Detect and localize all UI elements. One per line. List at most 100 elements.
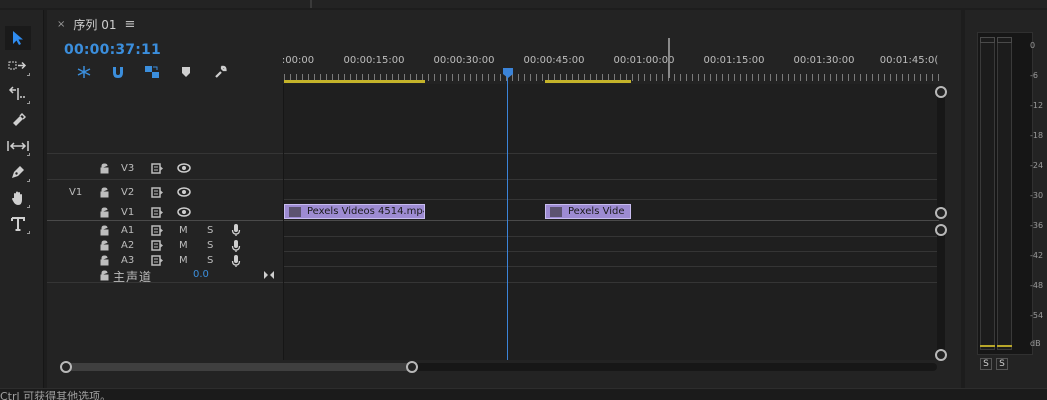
db-label: -12	[1030, 101, 1044, 110]
track-select-forward-tool[interactable]	[5, 54, 31, 78]
sync-lock-icon[interactable]	[151, 222, 164, 238]
track-separator	[284, 199, 939, 200]
panel-menu-icon[interactable]: ≡	[124, 17, 135, 32]
solo-button[interactable]: S	[207, 222, 213, 238]
lock-icon[interactable]	[99, 182, 109, 202]
track-header-v1: V1	[47, 202, 283, 222]
solo-left-button[interactable]: S	[980, 358, 992, 370]
type-tool[interactable]	[5, 212, 31, 236]
ruler-label: 00:00:30:00	[433, 55, 495, 66]
slip-tool[interactable]	[5, 134, 31, 158]
meter-channel-right	[997, 37, 1012, 350]
microphone-icon[interactable]	[231, 238, 241, 253]
track-separator	[284, 153, 939, 154]
work-area-bar[interactable]	[284, 80, 425, 83]
zoom-knob-left[interactable]	[60, 361, 72, 373]
sync-lock-icon[interactable]	[151, 158, 164, 178]
source-patch[interactable]: V1	[69, 182, 82, 202]
video-clip[interactable]: Pexels Vide	[545, 204, 631, 219]
solo-right-button[interactable]: S	[996, 358, 1008, 370]
zoom-knob-right[interactable]	[406, 361, 418, 373]
db-label: -48	[1030, 281, 1044, 290]
hand-tool[interactable]	[5, 186, 31, 210]
track-header-a3: A3 M S	[47, 253, 283, 268]
text-type-icon	[11, 217, 25, 231]
ruler-label: 00:01:15:00	[703, 55, 765, 66]
top-strip	[0, 0, 1047, 8]
lock-icon[interactable]	[99, 253, 109, 268]
db-label: -54	[1030, 311, 1044, 320]
microphone-icon[interactable]	[231, 253, 241, 268]
timeline-tools	[67, 64, 237, 80]
lock-icon[interactable]	[99, 222, 109, 238]
snap-button[interactable]	[101, 64, 135, 80]
track-area[interactable]	[284, 84, 939, 360]
add-marker-button[interactable]	[169, 64, 203, 80]
lock-icon[interactable]	[99, 238, 109, 253]
track-separator	[284, 179, 939, 180]
scroll-knob[interactable]	[935, 207, 947, 219]
video-clip[interactable]: Pexels Videos 4514.mp4	[284, 204, 425, 219]
solo-button[interactable]: S	[207, 253, 213, 268]
lock-icon[interactable]	[99, 158, 109, 178]
eye-icon[interactable]	[177, 158, 191, 178]
magnet-icon	[113, 67, 123, 78]
track-header-a2: A2 M S	[47, 238, 283, 253]
clip-label: Pexels Vide	[568, 206, 625, 217]
close-icon[interactable]: ×	[57, 19, 65, 30]
video-vertical-scrollbar[interactable]	[937, 90, 945, 209]
nest-toggle-button[interactable]	[67, 64, 101, 80]
track-name: V3	[121, 162, 135, 174]
scroll-knob[interactable]	[935, 349, 947, 361]
master-lock-icon[interactable]	[99, 268, 109, 283]
marker-icon	[182, 67, 190, 77]
timeline-settings-button[interactable]	[203, 64, 237, 80]
track-name: A1	[121, 224, 135, 236]
timeline-panel: × 序列 01 ≡ 00:00:37:11 :00:00 00:00:15:00…	[47, 10, 961, 388]
pen-tool[interactable]	[5, 160, 31, 184]
mute-button[interactable]: M	[179, 253, 188, 268]
razor-icon	[13, 112, 26, 126]
master-volume-value[interactable]: 0.0	[193, 269, 209, 280]
db-label: 0	[1030, 41, 1036, 50]
peak-indicator-right[interactable]	[997, 37, 1012, 43]
work-area-bar[interactable]	[545, 80, 631, 83]
playhead-timecode[interactable]: 00:00:37:11	[64, 42, 161, 58]
ripple-edit-tool[interactable]	[5, 82, 31, 106]
lock-icon[interactable]	[99, 202, 109, 222]
scroll-knob[interactable]	[935, 86, 947, 98]
eye-icon[interactable]	[177, 202, 191, 222]
peak-indicator-left[interactable]	[980, 37, 995, 43]
horizontal-scroll-thumb[interactable]	[65, 363, 415, 371]
solo-button[interactable]: S	[207, 238, 213, 253]
linked-selection-button[interactable]	[135, 64, 169, 80]
sync-lock-icon[interactable]	[151, 253, 164, 268]
eye-icon[interactable]	[177, 182, 191, 202]
sequence-tab[interactable]: × 序列 01 ≡	[57, 16, 135, 32]
track-header-a1: A1 M S	[47, 222, 283, 238]
go-to-edit-icon[interactable]	[263, 270, 275, 283]
mute-button[interactable]: M	[179, 222, 188, 238]
microphone-icon[interactable]	[231, 222, 241, 238]
track-separator	[284, 236, 939, 237]
time-ruler[interactable]: :00:00 00:00:15:00 00:00:30:00 00:00:45:…	[282, 50, 939, 84]
scroll-knob[interactable]	[935, 224, 947, 236]
slip-icon	[7, 141, 29, 151]
playhead-line[interactable]	[507, 74, 508, 360]
nest-icon	[77, 66, 91, 78]
clip-label: Pexels Videos 4514.mp4	[307, 206, 425, 217]
arrow-select-icon	[13, 31, 23, 45]
ruler-label: 00:01:30:00	[793, 55, 855, 66]
track-name: V1	[121, 206, 135, 218]
sync-lock-icon[interactable]	[151, 238, 164, 253]
mute-button[interactable]: M	[179, 238, 188, 253]
razor-tool[interactable]	[5, 108, 31, 132]
sync-lock-icon[interactable]	[151, 182, 164, 202]
sync-lock-icon[interactable]	[151, 202, 164, 222]
linked-selection-icon	[145, 66, 159, 78]
playhead-handle[interactable]	[502, 67, 514, 79]
audio-vertical-scrollbar[interactable]	[937, 228, 945, 352]
selection-tool[interactable]	[5, 26, 31, 50]
master-track-label: 主声道	[113, 270, 153, 284]
db-label: -18	[1030, 131, 1044, 140]
